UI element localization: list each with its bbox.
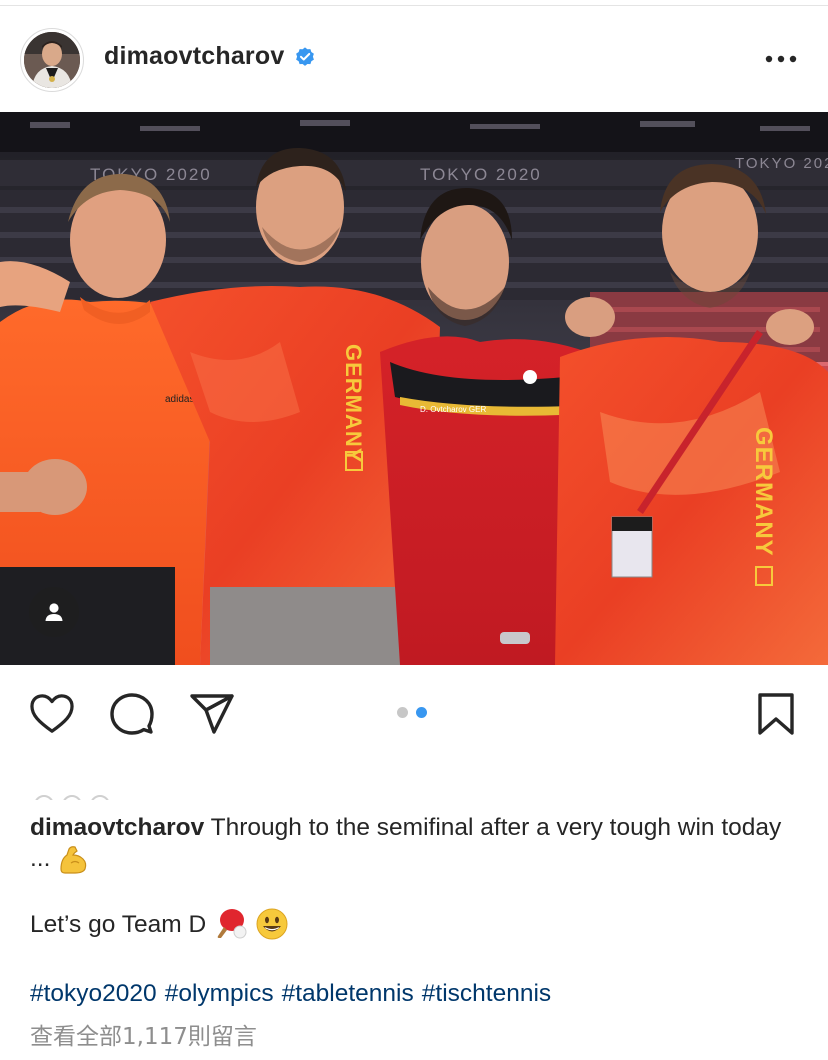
banner-text: TOKYO 2020 xyxy=(735,155,828,172)
share-button[interactable] xyxy=(188,690,236,738)
post-photo[interactable]: TOKYO 2020 TOKYO 2020 TOKYO 2020 adidas xyxy=(0,112,828,665)
hashtags: #tokyo2020 #olympics #tabletennis #tisch… xyxy=(30,978,551,1009)
more-icon xyxy=(765,55,797,63)
shirt-text: GERMANY xyxy=(341,344,366,463)
bookmark-icon xyxy=(758,693,794,735)
grinning-face-icon xyxy=(256,908,288,940)
user-tag-button[interactable] xyxy=(29,587,79,637)
hashtag-link[interactable]: #tischtennis xyxy=(422,978,551,1009)
caption-username[interactable]: dimaovtcharov xyxy=(30,814,204,841)
flexed-biceps-icon xyxy=(60,845,87,874)
shirt-badge: D. Ovtcharov GER xyxy=(420,405,486,414)
post-header: dimaovtcharov xyxy=(0,12,828,108)
post-username[interactable]: dimaovtcharov xyxy=(104,42,284,71)
more-options-button[interactable] xyxy=(764,42,798,76)
avatar[interactable] xyxy=(20,28,84,92)
verified-badge-icon xyxy=(296,46,315,66)
heart-icon xyxy=(30,694,74,733)
top-divider xyxy=(0,0,828,6)
hashtag-link[interactable]: #tabletennis xyxy=(282,978,414,1009)
carousel-dot xyxy=(397,707,408,718)
share-icon xyxy=(190,694,234,734)
banner-text: TOKYO 2020 xyxy=(420,165,542,184)
comment-button[interactable] xyxy=(108,690,156,738)
ping-pong-icon xyxy=(217,909,247,939)
shirt-text: GERMANY xyxy=(750,427,777,557)
caption-line2-text: Let’s go Team D xyxy=(30,910,207,938)
hashtag-link[interactable]: #olympics xyxy=(165,978,274,1009)
user-tag-icon xyxy=(45,603,63,621)
svg-text:adidas: adidas xyxy=(165,394,194,405)
post-caption: dimaovtcharov Through to the semifinal a… xyxy=(30,812,800,875)
save-button[interactable] xyxy=(752,690,800,738)
hashtag-link[interactable]: #tokyo2020 xyxy=(30,978,157,1009)
comment-icon xyxy=(110,693,154,735)
carousel-indicator xyxy=(397,707,427,718)
view-all-comments-link[interactable]: 查看全部1,117則留言 xyxy=(30,1022,257,1053)
caption-line-2: Let’s go Team D xyxy=(30,908,288,940)
carousel-dot-active xyxy=(416,707,427,718)
like-button[interactable] xyxy=(28,690,76,738)
liked-by-avatars xyxy=(34,790,114,800)
